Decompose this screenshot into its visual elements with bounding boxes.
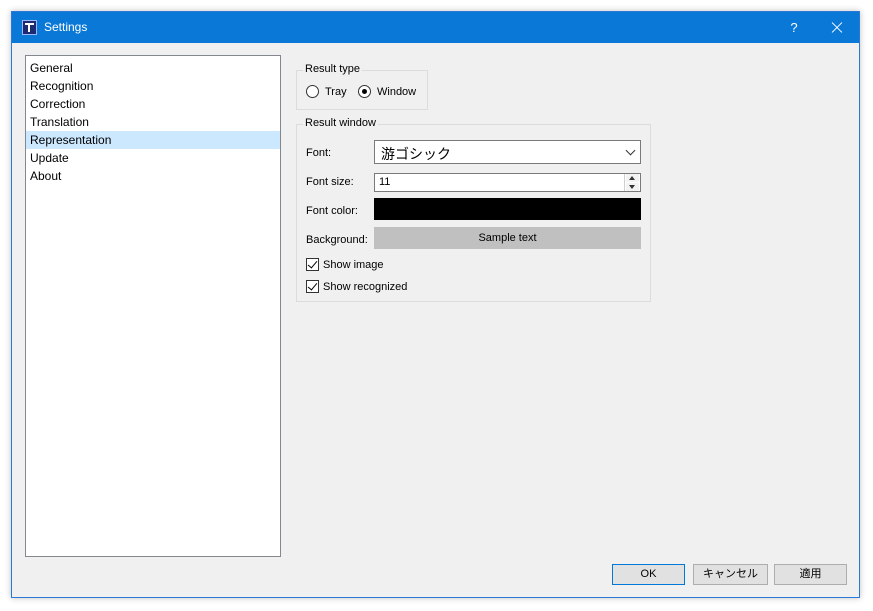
sidebar-item-general[interactable]: General <box>26 59 280 77</box>
help-button[interactable]: ? <box>776 12 812 43</box>
font-size-stepper[interactable]: 11 <box>374 173 641 192</box>
background-color-sample[interactable]: Sample text <box>374 227 641 249</box>
font-select[interactable]: 游ゴシック <box>374 140 641 164</box>
sidebar-item-update[interactable]: Update <box>26 149 280 167</box>
sidebar-item-translation[interactable]: Translation <box>26 113 280 131</box>
cancel-button[interactable]: キャンセル <box>693 564 768 585</box>
settings-category-list[interactable]: General Recognition Correction Translati… <box>25 55 281 557</box>
result-window-group: Result window Font: 游ゴシック Font size: 11 … <box>296 117 651 302</box>
tray-radio[interactable] <box>306 85 319 98</box>
background-label: Background: <box>306 234 368 246</box>
settings-dialog: Settings ? General Recognition Correctio… <box>11 11 860 598</box>
sidebar-item-about[interactable]: About <box>26 167 280 185</box>
font-size-value[interactable]: 11 <box>379 176 390 188</box>
app-icon <box>22 20 37 35</box>
apply-button[interactable]: 適用 <box>774 564 847 585</box>
spin-down-icon[interactable] <box>626 183 639 191</box>
show-image-checkbox[interactable] <box>306 258 319 271</box>
font-select-value: 游ゴシック <box>381 146 451 162</box>
show-recognized-label[interactable]: Show recognized <box>323 281 407 293</box>
font-color-swatch[interactable] <box>374 198 641 220</box>
show-image-label[interactable]: Show image <box>323 259 384 271</box>
font-size-label: Font size: <box>306 176 354 188</box>
show-recognized-checkbox[interactable] <box>306 280 319 293</box>
result-type-group: Result type Tray Window <box>296 63 428 110</box>
font-color-label: Font color: <box>306 205 358 217</box>
spin-buttons <box>624 174 640 191</box>
font-label: Font: <box>306 147 332 159</box>
ok-button[interactable]: OK <box>612 564 685 585</box>
close-icon[interactable] <box>814 12 859 43</box>
window-radio[interactable] <box>358 85 371 98</box>
window-title: Settings <box>44 20 88 34</box>
result-type-legend: Result type <box>303 63 363 75</box>
chevron-down-icon <box>625 145 636 156</box>
result-window-legend: Result window <box>303 117 378 129</box>
tray-radio-label[interactable]: Tray <box>325 86 347 98</box>
spin-up-icon[interactable] <box>626 174 639 182</box>
sidebar-item-recognition[interactable]: Recognition <box>26 77 280 95</box>
title-bar: Settings ? <box>12 12 859 43</box>
sidebar-item-correction[interactable]: Correction <box>26 95 280 113</box>
window-radio-label[interactable]: Window <box>377 86 416 98</box>
sidebar-item-representation[interactable]: Representation <box>26 131 280 149</box>
